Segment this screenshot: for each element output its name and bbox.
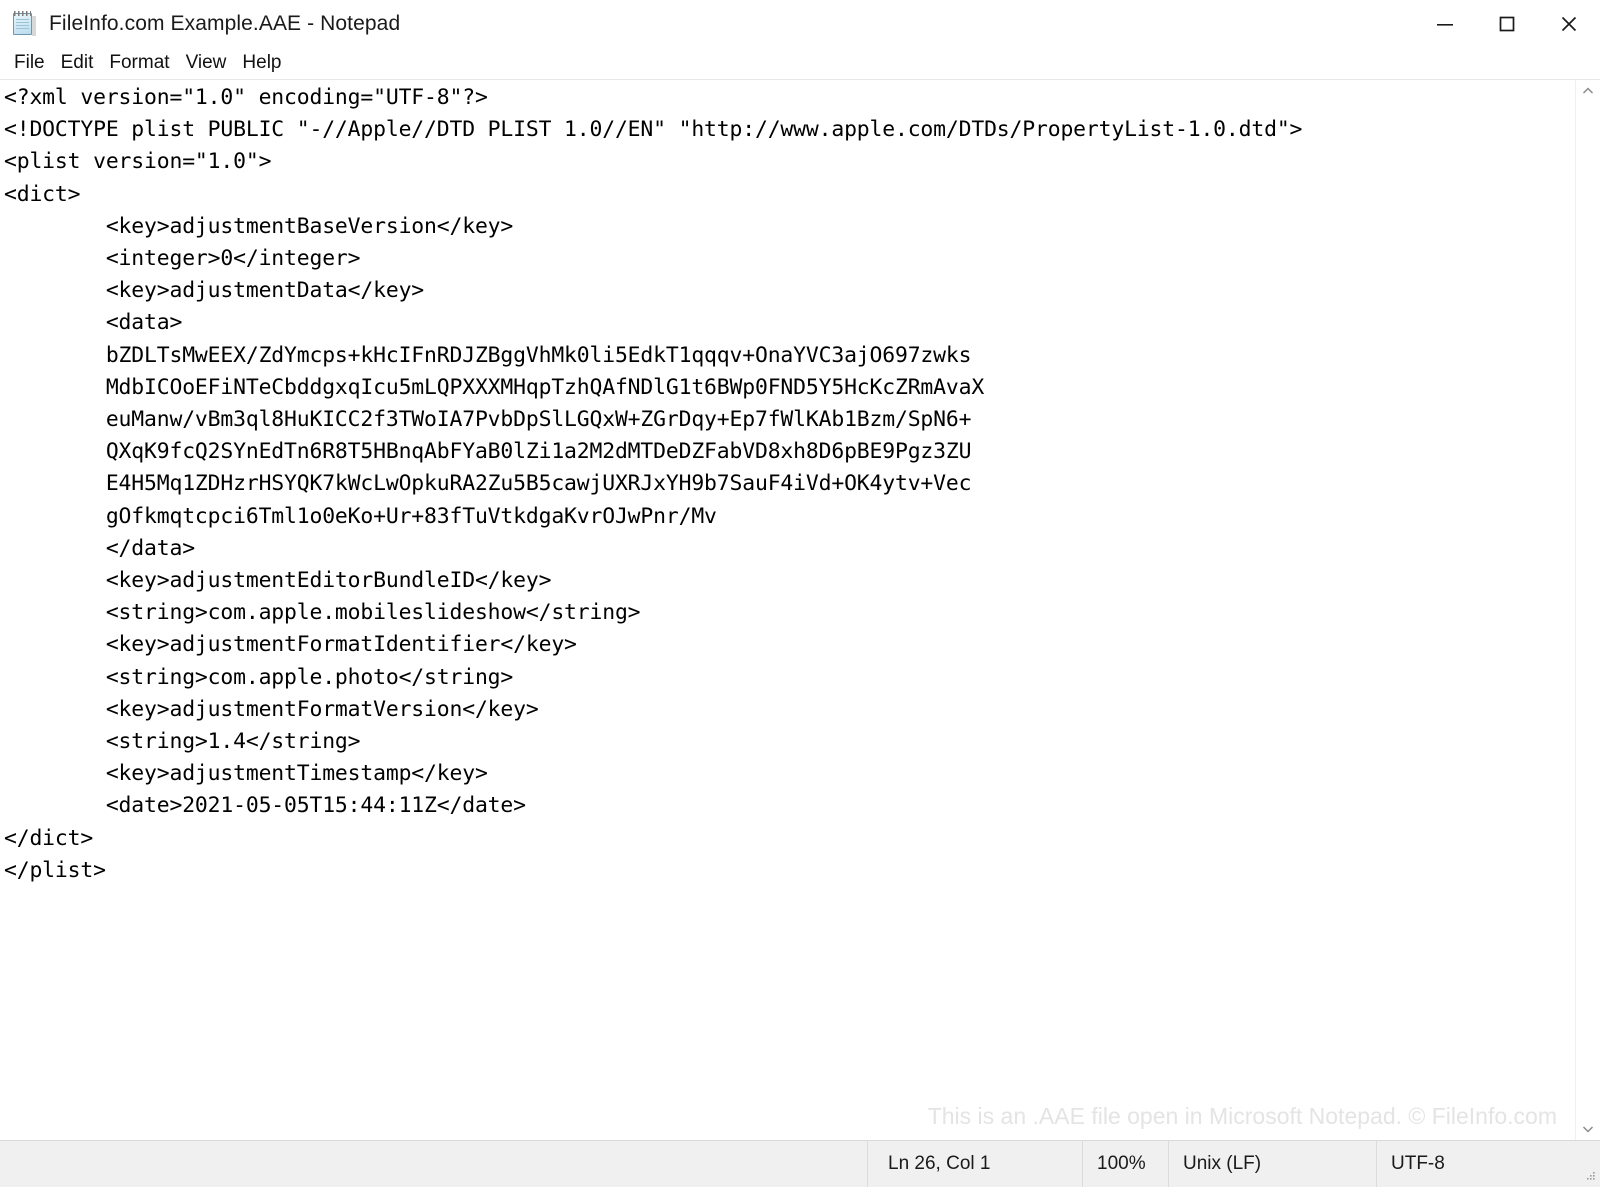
menu-item-edit[interactable]: Edit: [53, 50, 102, 77]
scroll-down-button[interactable]: [1576, 1118, 1600, 1140]
notepad-icon: [11, 10, 39, 38]
title-bar-left: FileInfo.com Example.AAE - Notepad: [0, 10, 400, 38]
menu-bar: File Edit Format View Help: [0, 48, 1600, 80]
status-spacer: [0, 1141, 867, 1187]
text-editor[interactable]: <?xml version="1.0" encoding="UTF-8"?> <…: [0, 80, 1575, 1140]
menu-item-view[interactable]: View: [178, 50, 235, 77]
status-zoom-level[interactable]: 100%: [1082, 1141, 1168, 1187]
status-cursor-position: Ln 26, Col 1: [867, 1141, 1082, 1187]
editor-content[interactable]: <?xml version="1.0" encoding="UTF-8"?> <…: [4, 82, 1575, 887]
status-line-ending[interactable]: Unix (LF): [1168, 1141, 1376, 1187]
notepad-window: FileInfo.com Example.AAE - Notepad File: [0, 0, 1600, 1187]
menu-item-file[interactable]: File: [6, 50, 53, 77]
status-encoding[interactable]: UTF-8: [1376, 1141, 1576, 1187]
vertical-scrollbar[interactable]: [1575, 80, 1600, 1140]
minimize-button[interactable]: [1414, 0, 1476, 48]
window-title: FileInfo.com Example.AAE - Notepad: [49, 12, 401, 35]
menu-item-format[interactable]: Format: [101, 50, 177, 77]
maximize-button[interactable]: [1476, 0, 1538, 48]
editor-area: <?xml version="1.0" encoding="UTF-8"?> <…: [0, 80, 1600, 1140]
title-bar: FileInfo.com Example.AAE - Notepad: [0, 0, 1600, 48]
watermark-text: This is an .AAE file open in Microsoft N…: [927, 1103, 1557, 1129]
maximize-icon: [1499, 16, 1515, 32]
minimize-icon: [1437, 24, 1453, 26]
scrollbar-track[interactable]: [1576, 102, 1600, 1118]
close-button[interactable]: [1538, 0, 1600, 48]
window-controls: [1414, 0, 1600, 48]
chevron-down-icon: [1582, 1126, 1594, 1133]
chevron-up-icon: [1582, 87, 1594, 94]
resize-grip[interactable]: [1576, 1141, 1600, 1187]
menu-item-help[interactable]: Help: [234, 50, 289, 77]
scroll-up-button[interactable]: [1576, 80, 1600, 102]
resize-grip-icon: [1587, 1172, 1595, 1180]
close-icon: [1561, 16, 1577, 32]
status-bar: Ln 26, Col 1 100% Unix (LF) UTF-8: [0, 1140, 1600, 1187]
